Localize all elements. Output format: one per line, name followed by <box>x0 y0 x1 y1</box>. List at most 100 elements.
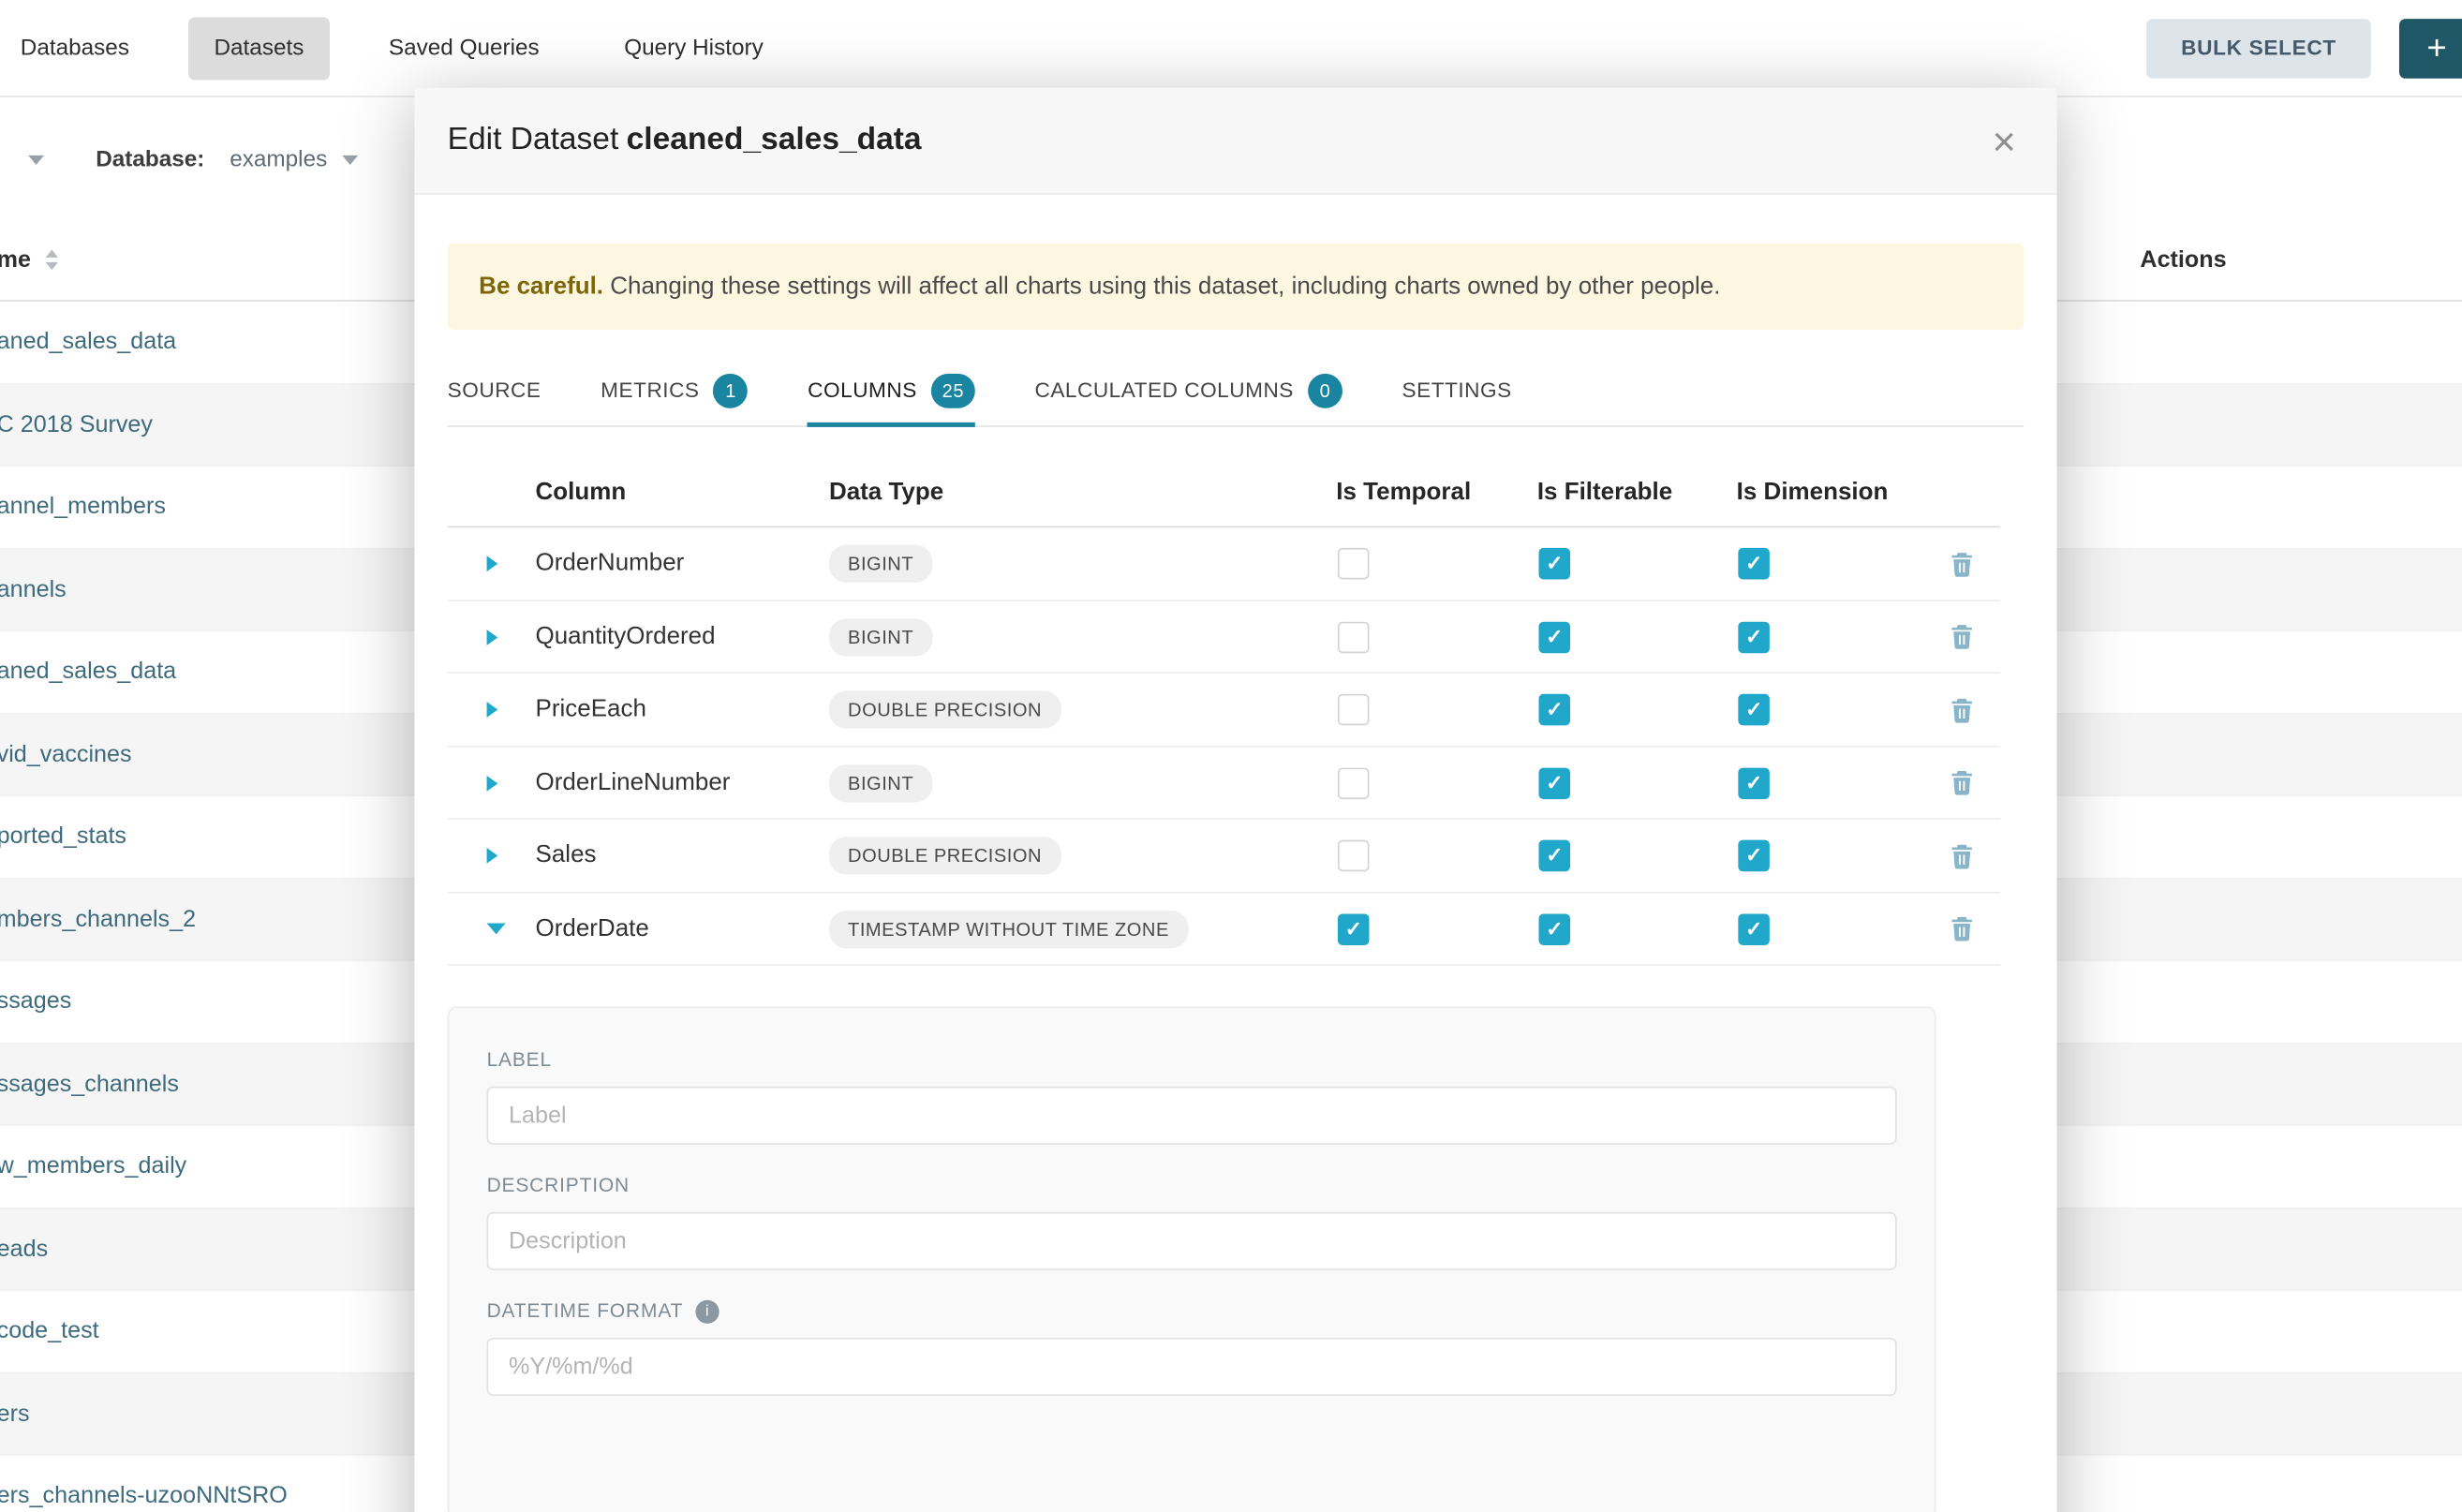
caret-down-icon[interactable] <box>343 156 359 165</box>
modal-tabs: SOURCE METRICS 1 COLUMNS 25 CALCULATED C… <box>448 355 2024 427</box>
name-column-header[interactable]: me <box>0 246 31 273</box>
column-header: Column <box>536 479 829 507</box>
dataset-name-link[interactable]: vid_vaccines <box>0 741 132 767</box>
nav-actions: BULK SELECT + <box>2146 18 2462 78</box>
expand-caret-icon[interactable] <box>487 848 498 864</box>
expand-caret-icon[interactable] <box>487 923 506 934</box>
bulk-select-button[interactable]: BULK SELECT <box>2146 18 2371 78</box>
column-row-sales: Sales DOUBLE PRECISION <box>448 820 2001 893</box>
is-dimension-checkbox[interactable] <box>1738 840 1770 872</box>
warning-text: Changing these settings will affect all … <box>603 274 1720 300</box>
dataset-name-link[interactable]: eads <box>0 1236 48 1262</box>
close-icon[interactable]: × <box>1993 120 2016 161</box>
nav-tab-databases[interactable]: Databases <box>0 17 155 80</box>
modal-tab-source[interactable]: SOURCE <box>448 355 541 425</box>
trash-icon[interactable] <box>1949 842 1975 868</box>
dataset-name-link[interactable]: ported_stats <box>0 823 126 850</box>
nav-tab-query-history[interactable]: Query History <box>599 17 788 80</box>
column-name: OrderLineNumber <box>536 768 829 796</box>
data-type-pill: DOUBLE PRECISION <box>829 690 1060 728</box>
expand-caret-icon[interactable] <box>487 629 498 645</box>
is-filterable-checkbox[interactable] <box>1538 840 1570 872</box>
dataset-name-link[interactable]: annel_members <box>0 494 166 520</box>
columns-table-header-row: Column Data Type Is Temporal Is Filterab… <box>448 459 2001 528</box>
warning-bold-text: Be careful. <box>479 274 603 300</box>
trash-icon[interactable] <box>1949 696 1975 722</box>
database-filter-value[interactable]: examples <box>230 148 327 173</box>
tab-count-badge: 0 <box>1308 373 1342 408</box>
tab-count-badge: 1 <box>714 373 749 408</box>
is-temporal-checkbox[interactable] <box>1338 767 1370 799</box>
modal-tab-label: COLUMNS <box>808 378 917 402</box>
is-dimension-checkbox[interactable] <box>1738 694 1770 726</box>
trash-icon[interactable] <box>1949 550 1975 576</box>
description-field-group: DESCRIPTION <box>487 1172 1897 1271</box>
description-input[interactable] <box>487 1212 1897 1270</box>
trash-icon[interactable] <box>1949 769 1975 795</box>
is-filterable-checkbox[interactable] <box>1538 621 1570 653</box>
app-window: Databases Datasets Saved Queries Query Hist… <box>0 0 2462 1512</box>
dataset-name-link[interactable]: mbers_channels_2 <box>0 906 196 932</box>
datetime-format-label-text: DATETIME FORMAT <box>487 1300 684 1322</box>
edit-dataset-modal: Edit Datasetcleaned_sales_data × Be care… <box>414 88 2056 1512</box>
nav-tab-label: Datasets <box>214 36 304 61</box>
top-nav: Databases Datasets Saved Queries Query Hist… <box>0 0 2462 97</box>
warning-banner: Be careful. Changing these settings will… <box>448 244 2024 331</box>
trash-icon[interactable] <box>1949 623 1975 649</box>
dataset-name-link[interactable]: w_members_daily <box>0 1153 186 1179</box>
modal-header: Edit Datasetcleaned_sales_data × <box>414 88 2056 195</box>
dataset-name-link[interactable]: ers <box>0 1401 30 1427</box>
is-temporal-header: Is Temporal <box>1336 479 1537 507</box>
label-input[interactable] <box>487 1087 1897 1145</box>
is-dimension-checkbox[interactable] <box>1738 913 1770 945</box>
is-filterable-checkbox[interactable] <box>1538 767 1570 799</box>
expand-caret-icon[interactable] <box>487 775 498 791</box>
column-row-ordernumber: OrderNumber BIGINT <box>448 528 2001 601</box>
is-dimension-header: Is Dimension <box>1737 479 1948 507</box>
nav-tab-saved-queries[interactable]: Saved Queries <box>363 17 564 80</box>
column-name: OrderNumber <box>536 550 829 578</box>
expand-caret-icon[interactable] <box>487 556 498 571</box>
description-field-label: DESCRIPTION <box>487 1175 630 1196</box>
modal-tab-metrics[interactable]: METRICS 1 <box>601 355 748 425</box>
is-temporal-checkbox[interactable] <box>1338 694 1370 726</box>
dataset-name-link[interactable]: ers_channels-uzooNNtSRO <box>0 1483 288 1509</box>
dataset-name-link[interactable]: ssages <box>0 988 71 1015</box>
is-dimension-checkbox[interactable] <box>1738 767 1770 799</box>
label-field-label: LABEL <box>487 1049 552 1071</box>
dataset-name-link[interactable]: annels <box>0 576 67 602</box>
nav-tab-datasets[interactable]: Datasets <box>189 17 330 80</box>
add-dataset-button[interactable]: + <box>2399 18 2462 78</box>
datetime-format-field-group: DATETIME FORMAT i <box>487 1297 1897 1397</box>
is-temporal-checkbox[interactable] <box>1338 548 1370 580</box>
dataset-name-link[interactable]: code_test <box>0 1318 99 1344</box>
datetime-format-input[interactable] <box>487 1338 1897 1396</box>
is-temporal-checkbox[interactable] <box>1338 840 1370 872</box>
is-filterable-checkbox[interactable] <box>1538 913 1570 945</box>
modal-tab-label: SETTINGS <box>1402 378 1512 402</box>
is-dimension-checkbox[interactable] <box>1738 548 1770 580</box>
is-filterable-checkbox[interactable] <box>1538 694 1570 726</box>
chevron-down-icon[interactable] <box>28 156 44 165</box>
dataset-name-link[interactable]: aned_sales_data <box>0 329 176 355</box>
dataset-name-link[interactable]: ssages_channels <box>0 1071 179 1097</box>
column-name: Sales <box>536 841 829 869</box>
column-row-orderlinenumber: OrderLineNumber BIGINT <box>448 747 2001 820</box>
is-dimension-checkbox[interactable] <box>1738 621 1770 653</box>
nav-tabs: Databases Datasets Saved Queries Query Hist… <box>0 17 823 80</box>
sort-icon[interactable] <box>45 250 57 270</box>
is-filterable-checkbox[interactable] <box>1538 548 1570 580</box>
datetime-format-field-label: DATETIME FORMAT i <box>487 1299 719 1323</box>
column-row-priceeach: PriceEach DOUBLE PRECISION <box>448 674 2001 747</box>
dataset-name-link[interactable]: C 2018 Survey <box>0 411 153 437</box>
is-temporal-checkbox[interactable] <box>1338 913 1370 945</box>
data-type-pill: BIGINT <box>829 545 932 583</box>
modal-tab-calculated-columns[interactable]: CALCULATED COLUMNS 0 <box>1034 355 1342 425</box>
modal-tab-columns[interactable]: COLUMNS 25 <box>808 355 975 425</box>
expand-caret-icon[interactable] <box>487 702 498 718</box>
dataset-name-link[interactable]: aned_sales_data <box>0 659 176 685</box>
modal-tab-settings[interactable]: SETTINGS <box>1402 355 1512 425</box>
is-temporal-checkbox[interactable] <box>1338 621 1370 653</box>
modal-tab-label: CALCULATED COLUMNS <box>1034 378 1293 402</box>
trash-icon[interactable] <box>1949 915 1975 941</box>
